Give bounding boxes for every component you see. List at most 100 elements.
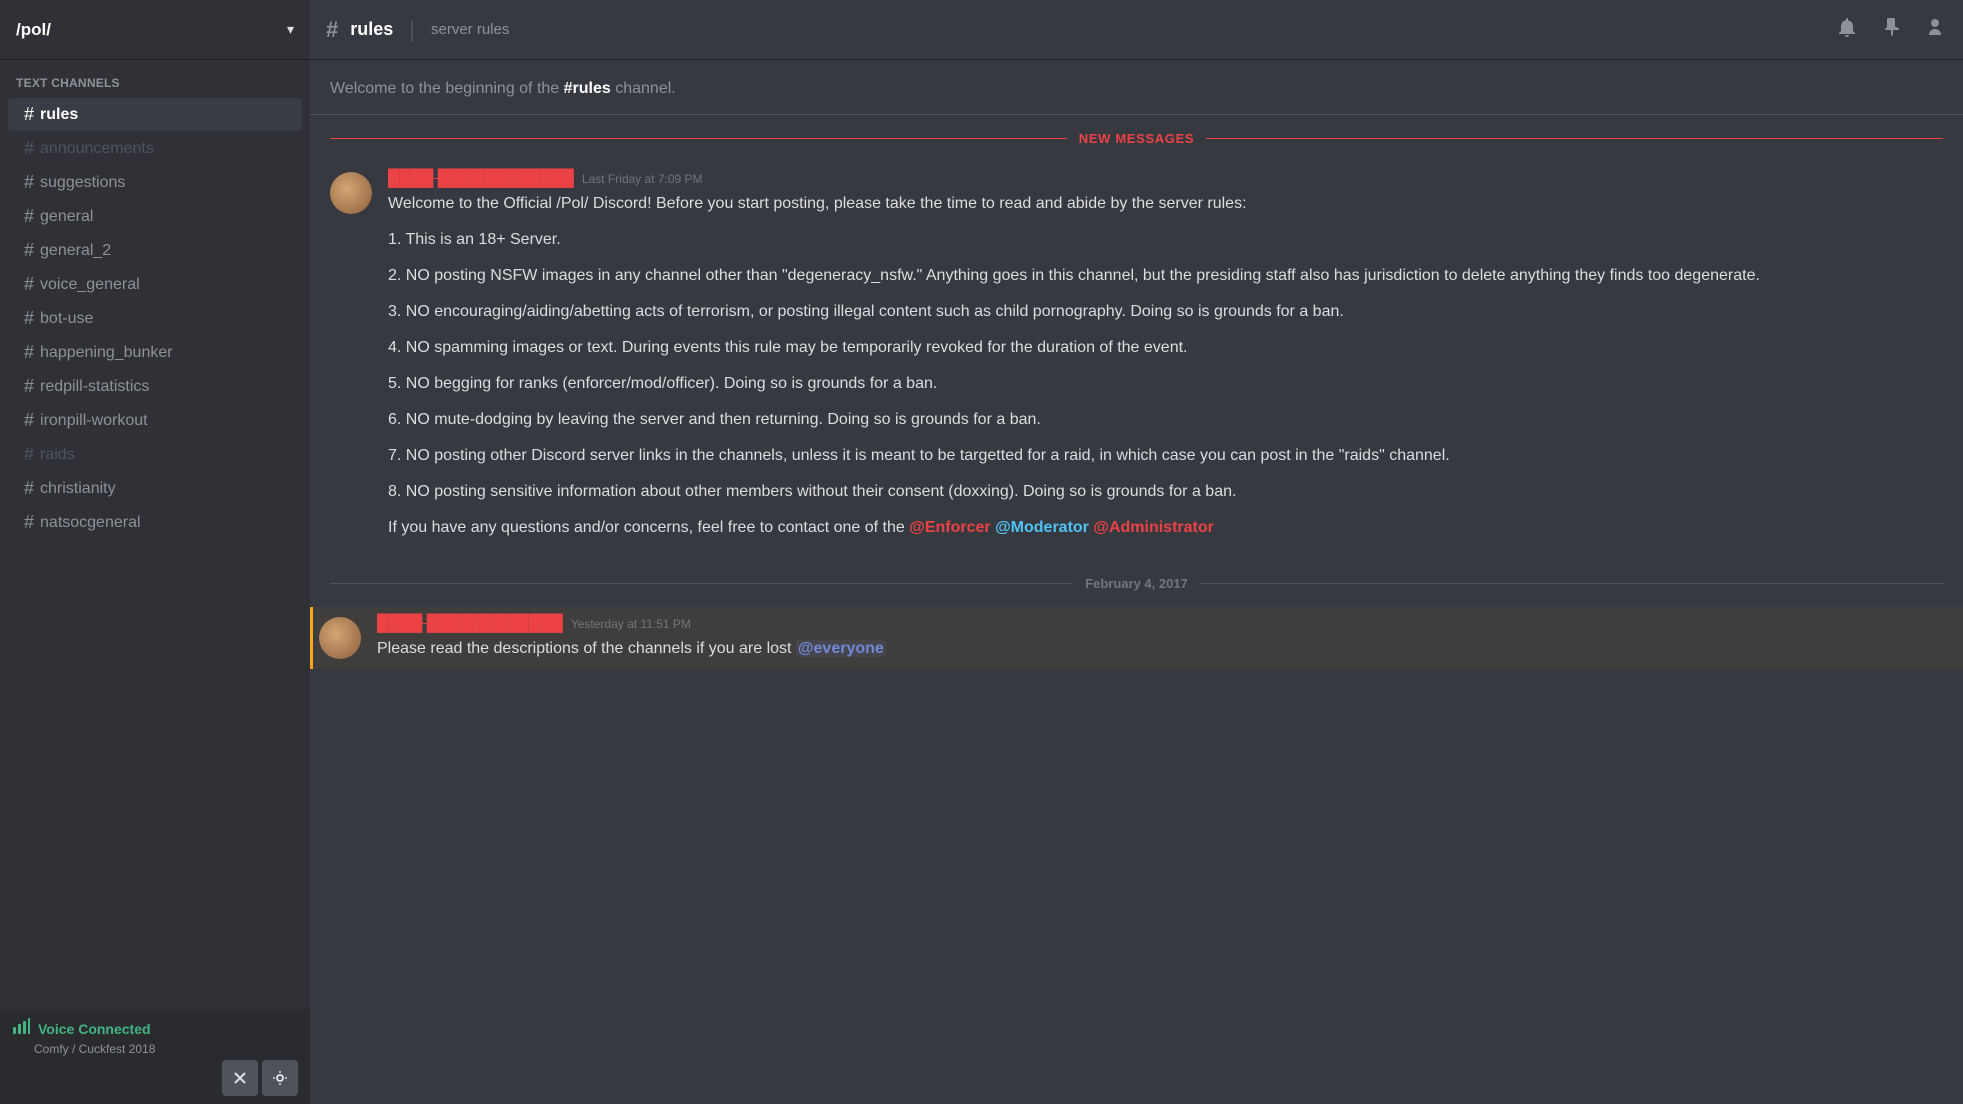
voice-connected-label: Voice Connected (38, 1021, 151, 1037)
voice-footer: Voice Connected Comfy / Cuckfest 2018 (0, 1009, 310, 1104)
contact-line: If you have any questions and/or concern… (388, 516, 1943, 540)
hash-icon: # (24, 342, 34, 363)
rule-7: 7. NO posting other Discord server links… (388, 444, 1943, 468)
channel-header-left: # rules | server rules (326, 17, 509, 43)
voice-settings-button[interactable] (262, 1060, 298, 1096)
rules-intro: Welcome to the Official /Pol/ Discord! B… (388, 192, 1943, 216)
channel-name-redpill: redpill-statistics (40, 378, 149, 396)
channel-header-hash-icon: # (326, 17, 338, 43)
date-divider: February 4, 2017 (310, 568, 1963, 599)
message-1-content: ████ ████████████ Last Friday at 7:09 PM… (388, 170, 1943, 552)
voice-signal-icon (12, 1017, 30, 1040)
message-2-header: ████ ████████████ Yesterday at 11:51 PM (377, 615, 1943, 633)
channels-list: TEXT CHANNELS # rules # announcements # … (0, 60, 310, 1009)
channel-name-rules: rules (40, 106, 78, 124)
rule-2: 2. NO posting NSFW images in any channel… (388, 264, 1943, 288)
channel-name-raids: raids (40, 446, 75, 464)
rule-3: 3. NO encouraging/aiding/abetting acts o… (388, 300, 1943, 324)
channel-item-rules[interactable]: # rules (8, 98, 302, 131)
rule-8: 8. NO posting sensitive information abou… (388, 480, 1943, 504)
channel-item-christianity[interactable]: # christianity (8, 472, 302, 505)
channel-item-happening-bunker[interactable]: # happening_bunker (8, 336, 302, 369)
channel-item-announcements[interactable]: # announcements (8, 132, 302, 165)
message-2-text: Please read the descriptions of the chan… (377, 637, 1943, 661)
channel-item-general[interactable]: # general (8, 200, 302, 233)
date-label: February 4, 2017 (1073, 576, 1200, 591)
chevron-down-icon: ▾ (287, 21, 294, 38)
channel-sidebar: /pol/ ▾ TEXT CHANNELS # rules # announce… (0, 0, 310, 1104)
channel-name-suggestions: suggestions (40, 174, 125, 192)
message-group-1: ████ ████████████ Last Friday at 7:09 PM… (310, 162, 1963, 560)
hash-icon: # (24, 376, 34, 397)
administrator-mention: @Administrator (1093, 519, 1214, 536)
hash-icon: # (24, 138, 34, 159)
channel-item-voice-general[interactable]: # voice_general (8, 268, 302, 301)
hash-icon: # (24, 444, 34, 465)
message-1-timestamp: Last Friday at 7:09 PM (582, 172, 703, 186)
header-icons (1835, 15, 1947, 45)
message-2-prefix: Please read the descriptions of the chan… (377, 640, 796, 657)
new-messages-line-right (1206, 138, 1943, 139)
hash-icon: # (24, 512, 34, 533)
members-icon[interactable] (1923, 15, 1947, 45)
channel-item-raids[interactable]: # raids (8, 438, 302, 471)
rule-4: 4. NO spamming images or text. During ev… (388, 336, 1943, 360)
new-messages-label: NEW MESSAGES (1067, 131, 1206, 146)
channel-item-ironpill[interactable]: # ironpill-workout (8, 404, 302, 437)
channel-name-announcements: announcements (40, 140, 154, 158)
voice-actions (12, 1060, 298, 1096)
beginning-text-suffix: channel. (615, 80, 676, 97)
channel-item-suggestions[interactable]: # suggestions (8, 166, 302, 199)
avatar-1 (330, 172, 372, 214)
channel-header-description: server rules (431, 21, 509, 38)
channel-name-general2: general_2 (40, 242, 111, 260)
channel-item-bot-use[interactable]: # bot-use (8, 302, 302, 335)
date-line-left (330, 583, 1073, 584)
hash-icon: # (24, 240, 34, 261)
new-messages-divider: NEW MESSAGES (310, 123, 1963, 154)
server-name: /pol/ (16, 20, 287, 40)
hash-icon: # (24, 104, 34, 125)
message-2-content: ████ ████████████ Yesterday at 11:51 PM … (377, 615, 1943, 661)
message-group-2: ████ ████████████ Yesterday at 11:51 PM … (310, 607, 1963, 669)
everyone-mention: @everyone (796, 640, 886, 657)
messages-area: Welcome to the beginning of the #rules c… (310, 60, 1963, 1104)
date-line-right (1200, 583, 1943, 584)
rule-1: 1. This is an 18+ Server. (388, 228, 1943, 252)
beginning-message: Welcome to the beginning of the #rules c… (310, 80, 1963, 115)
main-content: # rules | server rules (310, 0, 1963, 1104)
channel-header-name: rules (350, 19, 393, 40)
channel-name-natsocgeneral: natsocgeneral (40, 514, 141, 532)
channel-name-happening-bunker: happening_bunker (40, 344, 173, 362)
channel-name-christianity: christianity (40, 480, 116, 498)
beginning-text-prefix: Welcome to the beginning of the (330, 80, 564, 97)
rule-6: 6. NO mute-dodging by leaving the server… (388, 408, 1943, 432)
hash-icon: # (24, 172, 34, 193)
notification-bell-icon[interactable] (1835, 15, 1859, 45)
hash-icon: # (24, 478, 34, 499)
pin-icon[interactable] (1879, 15, 1903, 45)
channel-name-voice-general: voice_general (40, 276, 140, 294)
channel-item-general2[interactable]: # general_2 (8, 234, 302, 267)
channel-name-ironpill: ironpill-workout (40, 412, 148, 430)
beginning-channel-name: #rules (564, 80, 611, 97)
voice-disconnect-button[interactable] (222, 1060, 258, 1096)
channel-name-general: general (40, 208, 93, 226)
channel-item-redpill[interactable]: # redpill-statistics (8, 370, 302, 403)
moderator-mention: @Moderator (995, 519, 1089, 536)
message-2-username: ████ ████████████ (377, 615, 563, 633)
sidebar-header[interactable]: /pol/ ▾ (0, 0, 310, 60)
hash-icon: # (24, 410, 34, 431)
new-messages-line-left (330, 138, 1067, 139)
enforcer-mention: @Enforcer (909, 519, 990, 536)
voice-channel-name: Comfy / Cuckfest 2018 (12, 1042, 298, 1056)
voice-connected-row: Voice Connected (12, 1017, 298, 1040)
message-2-timestamp: Yesterday at 11:51 PM (571, 617, 691, 631)
hash-icon: # (24, 206, 34, 227)
channel-item-natsocgeneral[interactable]: # natsocgeneral (8, 506, 302, 539)
message-1-username: ████ ████████████ (388, 170, 574, 188)
channel-name-bot-use: bot-use (40, 310, 93, 328)
avatar-2 (319, 617, 361, 659)
message-1-header: ████ ████████████ Last Friday at 7:09 PM (388, 170, 1943, 188)
rule-5: 5. NO begging for ranks (enforcer/mod/of… (388, 372, 1943, 396)
